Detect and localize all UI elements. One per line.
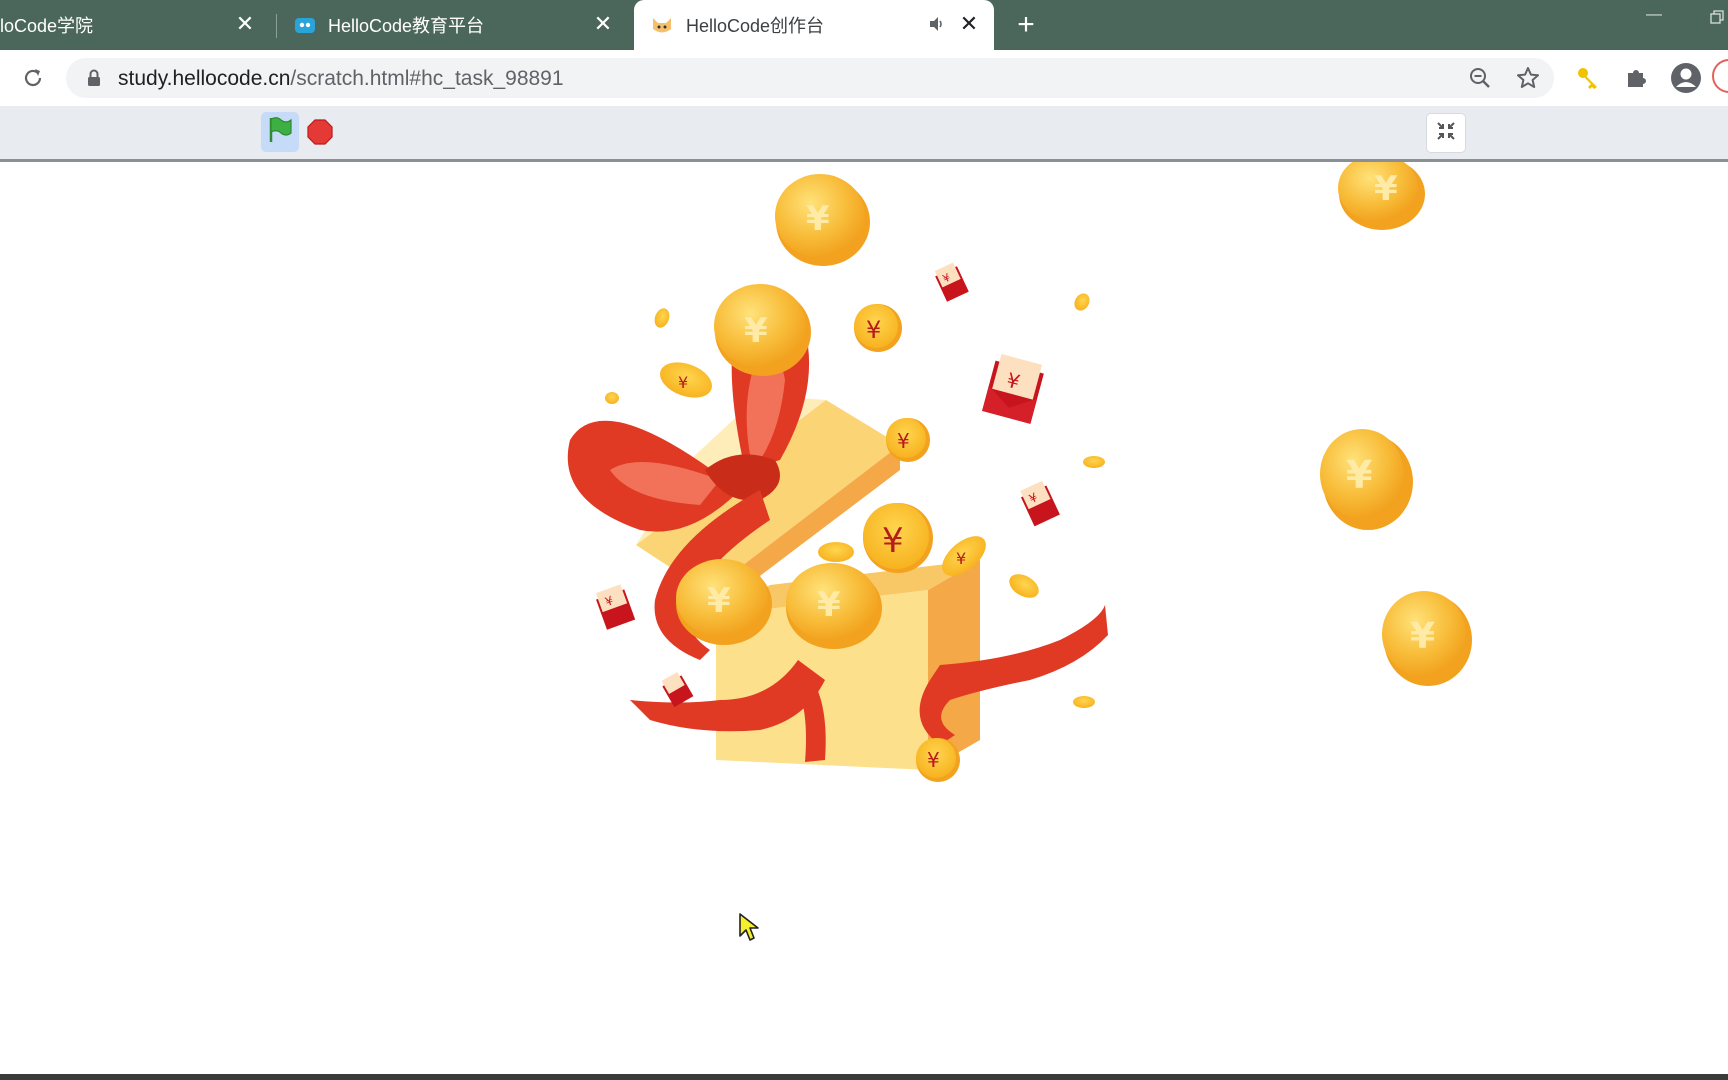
new-tab-button[interactable]: + [1010, 10, 1042, 42]
coin: ¥ [775, 174, 870, 266]
svg-text:¥: ¥ [806, 199, 830, 239]
key-icon[interactable] [1574, 64, 1602, 92]
coin [1073, 696, 1095, 708]
coin: ¥ [854, 304, 902, 352]
scratch-stage[interactable]: ¥ ¥ ¥ ¥ ¥ ¥ ¥ ¥ ¥ ¥ ¥ ¥ ¥ ¥ ¥ ¥ ¥ [0, 162, 1728, 1078]
stop-icon [307, 119, 333, 149]
green-flag-icon [267, 116, 293, 149]
lock-icon[interactable] [80, 64, 108, 92]
coin [1083, 456, 1105, 468]
scratch-control-bar [0, 106, 1728, 162]
svg-text:¥: ¥ [866, 316, 881, 344]
green-flag-button[interactable] [261, 112, 299, 152]
url-path: /scratch.html#hc_task_98891 [290, 67, 564, 90]
coin: ¥ [660, 362, 712, 398]
mouse-cursor-icon [738, 912, 760, 947]
bookmark-star-icon[interactable] [1514, 64, 1542, 92]
restore-icon[interactable] [1710, 10, 1724, 29]
stage-artwork: ¥ ¥ ¥ ¥ ¥ ¥ ¥ ¥ ¥ ¥ ¥ ¥ ¥ ¥ ¥ ¥ ¥ [567, 162, 1472, 782]
tab-hellocode-platform[interactable]: HelloCode教育平台 ✕ [284, 0, 628, 50]
reload-icon[interactable] [19, 64, 47, 92]
tab-title: HelloCode创作台 [686, 16, 825, 36]
coin: ¥ [1382, 591, 1472, 686]
svg-text:¥: ¥ [817, 585, 841, 625]
profile-icon[interactable] [1670, 62, 1702, 94]
window-bottom-edge [0, 1074, 1728, 1080]
coin [605, 392, 619, 404]
red-envelope: ¥ [934, 262, 969, 302]
url-host: study.hellocode.cn [118, 67, 291, 90]
close-icon[interactable]: ✕ [234, 13, 256, 35]
puzzle-icon[interactable] [1622, 64, 1650, 92]
svg-text:¥: ¥ [956, 549, 966, 568]
tab-title: loCode学院 [0, 16, 94, 36]
svg-text:¥: ¥ [1346, 453, 1372, 497]
coin: ¥ [1320, 429, 1413, 530]
tab-hellocode-studio[interactable]: HelloCode创作台 ✕ [634, 0, 994, 50]
url-text[interactable]: study.hellocode.cn/scratch.html#hc_task_… [118, 67, 564, 91]
red-envelope: ¥ [1020, 480, 1060, 527]
red-envelope: ¥ [982, 353, 1044, 424]
tab-hellocode-academy[interactable]: loCode学院 ✕ [0, 0, 270, 50]
minimize-icon[interactable]: — [1646, 6, 1662, 24]
coin: ¥ [916, 738, 960, 782]
tab-separator [276, 14, 277, 38]
svg-text:¥: ¥ [882, 521, 904, 561]
svg-text:¥: ¥ [897, 429, 910, 453]
close-icon[interactable]: ✕ [958, 13, 980, 35]
speaker-icon[interactable] [928, 15, 946, 38]
zoom-out-icon[interactable] [1466, 64, 1494, 92]
svg-text:¥: ¥ [1410, 616, 1435, 657]
stop-button[interactable] [307, 119, 333, 145]
red-envelope: ¥ [595, 584, 636, 630]
red-envelope [661, 672, 694, 708]
exit-fullscreen-icon [1435, 120, 1457, 147]
exit-fullscreen-button[interactable] [1426, 113, 1466, 153]
coin [654, 308, 670, 328]
svg-text:¥: ¥ [1374, 169, 1398, 209]
coin: ¥ [863, 503, 933, 573]
close-icon[interactable]: ✕ [592, 13, 614, 35]
coin: ¥ [714, 284, 811, 376]
coin [1009, 574, 1039, 598]
cat-favicon-icon [650, 14, 674, 36]
tab-title: HelloCode教育平台 [328, 16, 485, 36]
svg-text:¥: ¥ [678, 373, 688, 392]
coin: ¥ [886, 418, 930, 462]
svg-text:¥: ¥ [707, 581, 731, 621]
svg-text:¥: ¥ [744, 311, 768, 351]
coin: ¥ [1338, 162, 1425, 230]
coin [1074, 293, 1090, 311]
svg-text:¥: ¥ [927, 748, 940, 772]
coin [818, 542, 854, 562]
robot-favicon-icon [294, 15, 316, 35]
